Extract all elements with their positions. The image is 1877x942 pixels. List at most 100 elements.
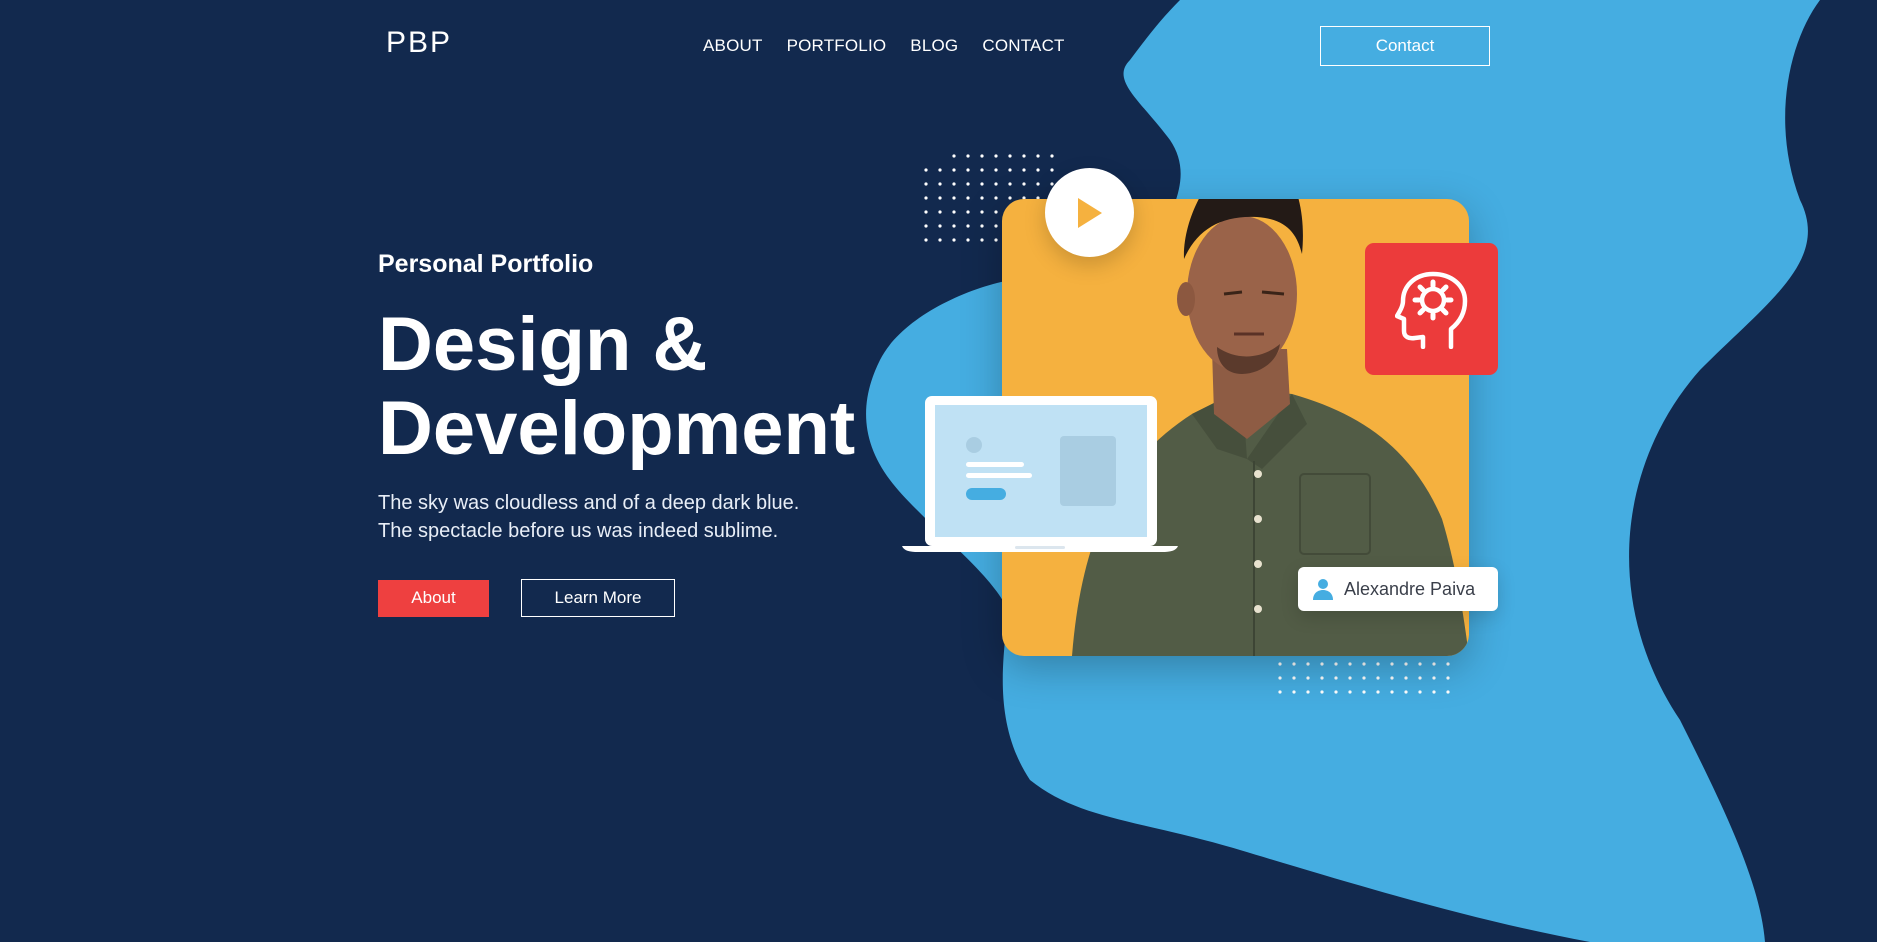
decorative-dot — [938, 196, 942, 200]
decorative-dot — [994, 196, 998, 200]
decorative-dot — [952, 154, 956, 158]
decorative-dot — [994, 154, 998, 158]
headline-line-1: Design & — [378, 302, 708, 387]
decorative-dot — [1022, 168, 1026, 172]
laptop-illustration — [902, 396, 1178, 552]
play-icon — [1078, 198, 1102, 228]
decorative-dot — [1292, 690, 1296, 694]
decorative-dot — [980, 154, 984, 158]
decorative-dot — [980, 238, 984, 242]
decorative-dot — [966, 168, 970, 172]
decorative-dot — [1278, 690, 1282, 694]
decorative-dot — [1348, 676, 1352, 680]
decorative-dot — [1036, 182, 1040, 186]
decorative-dot — [952, 210, 956, 214]
decorative-dot — [980, 168, 984, 172]
decorative-dot — [1008, 168, 1012, 172]
decorative-dot — [938, 224, 942, 228]
decorative-dot — [966, 224, 970, 228]
decorative-dot — [1306, 690, 1310, 694]
decorative-dot — [1050, 154, 1054, 158]
decorative-dot — [1390, 676, 1394, 680]
decorative-dot — [1404, 676, 1408, 680]
decorative-dot — [938, 168, 942, 172]
decorative-dot — [938, 210, 942, 214]
decorative-dot — [1306, 662, 1310, 666]
decorative-dot — [1036, 168, 1040, 172]
learn-more-button[interactable]: Learn More — [521, 579, 675, 617]
contact-button[interactable]: Contact — [1320, 26, 1490, 66]
decorative-dot — [924, 168, 928, 172]
decorative-dot — [966, 238, 970, 242]
decorative-dot — [1008, 154, 1012, 158]
top-navbar: PBP ABOUT PORTFOLIO BLOG CONTACT Contact — [0, 0, 1877, 92]
decorative-dot — [1278, 676, 1282, 680]
profile-name: Alexandre Paiva — [1344, 578, 1476, 599]
decorative-dot — [1446, 690, 1450, 694]
decorative-dot — [1404, 690, 1408, 694]
decorative-dot — [1292, 676, 1296, 680]
decorative-dot — [1432, 676, 1436, 680]
decorative-dot — [1348, 690, 1352, 694]
nav-link-blog[interactable]: BLOG — [910, 36, 958, 56]
decorative-dot — [1362, 676, 1366, 680]
decorative-dot — [1334, 690, 1338, 694]
decorative-dot — [1022, 154, 1026, 158]
decorative-dot — [1432, 690, 1436, 694]
about-button[interactable]: About — [378, 579, 489, 617]
dot-pattern-bottom — [1278, 662, 1450, 694]
decorative-dot — [1292, 662, 1296, 666]
decorative-dot — [924, 182, 928, 186]
decorative-dot — [994, 238, 998, 242]
decorative-dot — [1320, 676, 1324, 680]
decorative-dot — [1022, 182, 1026, 186]
decorative-dot — [994, 182, 998, 186]
hero-eyebrow: Personal Portfolio — [378, 250, 594, 278]
decorative-dot — [994, 168, 998, 172]
lead-line-2: The spectacle before us was indeed subli… — [378, 520, 779, 542]
decorative-dot — [952, 182, 956, 186]
decorative-dot — [952, 168, 956, 172]
brain-gear-icon — [1395, 271, 1468, 349]
site-logo[interactable]: PBP — [386, 26, 452, 60]
decorative-dot — [980, 224, 984, 228]
decorative-dot — [1376, 676, 1380, 680]
decorative-dot — [952, 224, 956, 228]
hero-lead: The sky was cloudless and of a deep dark… — [378, 489, 898, 545]
decorative-dot — [924, 238, 928, 242]
decorative-dot — [1432, 662, 1436, 666]
hero-section: Personal Portfolio Design & Development … — [378, 250, 898, 617]
hero-headline: Design & Development — [378, 303, 898, 471]
decorative-dot — [1334, 676, 1338, 680]
nav-link-portfolio[interactable]: PORTFOLIO — [787, 36, 887, 56]
cta-row: About Learn More — [378, 579, 898, 617]
decorative-dot — [966, 154, 970, 158]
decorative-dot — [1446, 676, 1450, 680]
decorative-dot — [1362, 662, 1366, 666]
decorative-dot — [1376, 690, 1380, 694]
decorative-dot — [1306, 676, 1310, 680]
decorative-dot — [1418, 690, 1422, 694]
play-video-button[interactable] — [1045, 168, 1134, 257]
decorative-dot — [994, 210, 998, 214]
decorative-dot — [1418, 676, 1422, 680]
decorative-dot — [980, 196, 984, 200]
decorative-dot — [1376, 662, 1380, 666]
decorative-dot — [1390, 690, 1394, 694]
decorative-dot — [1278, 662, 1282, 666]
decorative-dot — [994, 224, 998, 228]
lead-line-1: The sky was cloudless and of a deep dark… — [378, 492, 800, 514]
decorative-dot — [1362, 690, 1366, 694]
nav-link-about[interactable]: ABOUT — [703, 36, 763, 56]
decorative-dot — [924, 210, 928, 214]
user-icon — [1313, 579, 1333, 600]
main-nav: ABOUT PORTFOLIO BLOG CONTACT — [703, 36, 1065, 56]
decorative-dot — [952, 196, 956, 200]
decorative-dot — [1418, 662, 1422, 666]
decorative-dot — [1036, 154, 1040, 158]
decorative-dot — [1404, 662, 1408, 666]
skill-badge-card — [1365, 243, 1498, 375]
decorative-dot — [980, 210, 984, 214]
nav-link-contact[interactable]: CONTACT — [982, 36, 1064, 56]
decorative-dot — [938, 182, 942, 186]
